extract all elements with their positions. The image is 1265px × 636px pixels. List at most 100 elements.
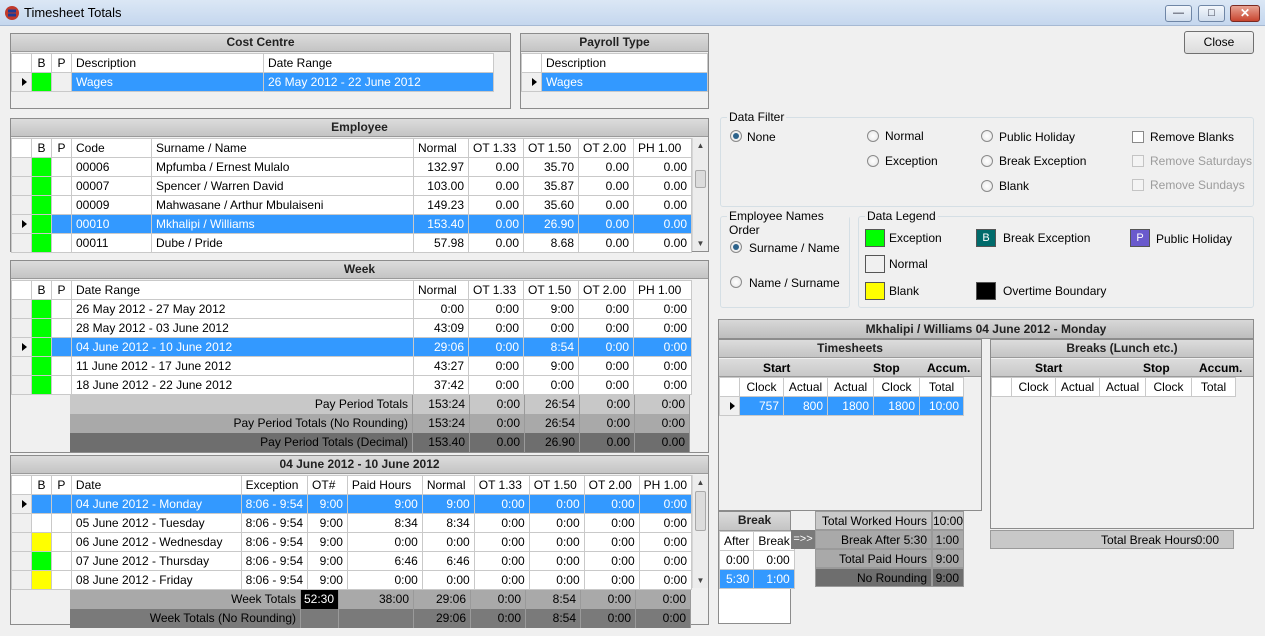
- radio-none[interactable]: [730, 130, 742, 142]
- col-description[interactable]: Description: [541, 53, 708, 73]
- radio-exception-label[interactable]: Exception: [885, 154, 938, 168]
- scroll-down-icon[interactable]: ▼: [693, 236, 708, 251]
- table-row[interactable]: Wages 26 May 2012 - 22 June 2012: [11, 72, 494, 92]
- table-row[interactable]: 04 June 2012 - Monday 8:06 - 9:54 9:00 9:00…: [11, 494, 693, 514]
- col-exception[interactable]: Exception: [240, 475, 309, 495]
- col-total[interactable]: Total: [919, 377, 964, 397]
- col-ot133[interactable]: OT 1.33: [473, 475, 530, 495]
- radio-normal-label[interactable]: Normal: [885, 129, 924, 143]
- radio-break-exception-label[interactable]: Break Exception: [999, 154, 1086, 168]
- col-p[interactable]: P: [50, 475, 72, 495]
- table-row[interactable]: 757 800 1800 1800 10:00: [719, 396, 964, 416]
- col-normal[interactable]: Normal: [421, 475, 475, 495]
- check-remove-sundays[interactable]: [1132, 179, 1144, 191]
- table-row[interactable]: 26 May 2012 - 27 May 2012 0:00 0:00 9:00 0:0…: [11, 299, 692, 319]
- table-row[interactable]: 11 June 2012 - 17 June 2012 43:27 0:00 9:00…: [11, 356, 692, 376]
- col-ph[interactable]: PH 1.00: [633, 138, 692, 158]
- radio-public-holiday-label[interactable]: Public Holiday: [999, 130, 1075, 144]
- radio-name-surname[interactable]: [730, 276, 742, 288]
- col-b[interactable]: B: [31, 138, 52, 158]
- col-ph[interactable]: PH 1.00: [633, 280, 692, 300]
- col-p[interactable]: P: [51, 53, 72, 73]
- radio-break-exception[interactable]: [981, 155, 993, 167]
- col-normal[interactable]: Normal: [413, 138, 469, 158]
- col-ot-number[interactable]: OT#: [307, 475, 348, 495]
- col-paid-hours[interactable]: Paid Hours: [346, 475, 423, 495]
- col-b[interactable]: B: [31, 53, 52, 73]
- scroll-up-icon[interactable]: ▲: [693, 138, 708, 153]
- table-row[interactable]: Wages: [521, 72, 708, 92]
- col-start-clock[interactable]: Clock: [1011, 377, 1056, 397]
- col-after[interactable]: After: [718, 531, 755, 551]
- radio-name-surname-label[interactable]: Name / Surname: [749, 276, 840, 290]
- col-ot133[interactable]: OT 1.33: [468, 280, 524, 300]
- col-b[interactable]: B: [31, 280, 52, 300]
- col-ot200[interactable]: OT 2.00: [578, 280, 634, 300]
- check-remove-sundays-label[interactable]: Remove Sundays: [1150, 178, 1245, 192]
- scroll-down-icon[interactable]: ▼: [693, 573, 708, 588]
- minimize-button[interactable]: —: [1165, 5, 1192, 22]
- radio-none-label[interactable]: None: [747, 130, 776, 144]
- col-name[interactable]: Surname / Name: [151, 138, 414, 158]
- col-start-clock[interactable]: Clock: [739, 377, 784, 397]
- col-description[interactable]: Description: [71, 53, 264, 73]
- col-normal[interactable]: Normal: [413, 280, 469, 300]
- table-row[interactable]: 0:00 0:00: [718, 550, 795, 570]
- col-ot200[interactable]: OT 2.00: [583, 475, 640, 495]
- col-ph[interactable]: PH 1.00: [638, 475, 693, 495]
- radio-blank-label[interactable]: Blank: [999, 179, 1029, 193]
- table-row[interactable]: 00010 Mkhalipi / Williams 153.40 0.00 26.90 0…: [11, 214, 692, 234]
- col-p[interactable]: P: [51, 138, 72, 158]
- days-scrollbar[interactable]: ▲ ▼: [692, 475, 708, 588]
- scroll-thumb[interactable]: [695, 170, 706, 188]
- col-date-range[interactable]: Date Range: [71, 280, 414, 300]
- col-date[interactable]: Date: [70, 475, 242, 495]
- table-row[interactable]: 00011 Dube / Pride 57.98 0.00 8.68 0.00 0.00: [11, 233, 692, 253]
- col-code[interactable]: Code: [71, 138, 152, 158]
- table-row[interactable]: 00009 Mahwasane / Arthur Mbulaiseni 149.23…: [11, 195, 692, 215]
- table-row[interactable]: 05 June 2012 - Tuesday 8:06 - 9:54 9:00 8:3…: [11, 513, 693, 533]
- col-stop-clock[interactable]: Clock: [1145, 377, 1192, 397]
- col-b[interactable]: B: [31, 475, 52, 495]
- col-ot133[interactable]: OT 1.33: [468, 138, 524, 158]
- table-row[interactable]: 08 June 2012 - Friday 8:06 - 9:54 9:00 0:00…: [11, 570, 693, 590]
- col-p[interactable]: P: [51, 280, 72, 300]
- radio-blank[interactable]: [981, 180, 993, 192]
- col-date-range[interactable]: Date Range: [263, 53, 494, 73]
- col-break[interactable]: Break: [753, 531, 795, 551]
- col-total[interactable]: Total: [1191, 377, 1236, 397]
- col-stop-actual[interactable]: Actual: [1099, 377, 1146, 397]
- table-row[interactable]: 06 June 2012 - Wednesday 8:06 - 9:54 9:00 0…: [11, 532, 693, 552]
- close-button[interactable]: Close: [1184, 31, 1254, 54]
- check-remove-blanks-label[interactable]: Remove Blanks: [1150, 130, 1234, 144]
- col-start-actual[interactable]: Actual: [1055, 377, 1100, 397]
- radio-public-holiday[interactable]: [981, 130, 993, 142]
- check-remove-saturdays[interactable]: [1132, 155, 1144, 167]
- col-stop-clock[interactable]: Clock: [873, 377, 920, 397]
- radio-normal[interactable]: [867, 130, 879, 142]
- table-row[interactable]: 28 May 2012 - 03 June 2012 43:09 0:00 0:00 0…: [11, 318, 692, 338]
- table-row[interactable]: 5:30 1:00: [718, 569, 795, 589]
- check-remove-saturdays-label[interactable]: Remove Saturdays: [1150, 154, 1252, 168]
- table-row[interactable]: 00007 Spencer / Warren David 103.00 0.00 35.…: [11, 176, 692, 196]
- maximize-button[interactable]: □: [1198, 5, 1225, 22]
- window-close-button[interactable]: ✕: [1230, 5, 1260, 22]
- col-ot150[interactable]: OT 1.50: [523, 280, 579, 300]
- col-ot200[interactable]: OT 2.00: [578, 138, 634, 158]
- scroll-up-icon[interactable]: ▲: [693, 475, 708, 490]
- radio-surname-name-label[interactable]: Surname / Name: [749, 241, 840, 255]
- employee-scrollbar[interactable]: ▲ ▼: [692, 138, 708, 251]
- total-ph: 0:00: [635, 395, 690, 414]
- table-row[interactable]: 04 June 2012 - 10 June 2012 29:06 0:00 8:54…: [11, 337, 692, 357]
- col-ot150[interactable]: OT 1.50: [528, 475, 585, 495]
- radio-surname-name[interactable]: [730, 241, 742, 253]
- table-row[interactable]: 00006 Mpfumba / Ernest Mulalo 132.97 0.00 35…: [11, 157, 692, 177]
- col-start-actual[interactable]: Actual: [783, 377, 828, 397]
- col-stop-actual[interactable]: Actual: [827, 377, 874, 397]
- table-row[interactable]: 18 June 2012 - 22 June 2012 37:42 0:00 0:00…: [11, 375, 692, 395]
- scroll-thumb[interactable]: [695, 491, 706, 531]
- radio-exception[interactable]: [867, 155, 879, 167]
- check-remove-blanks[interactable]: [1132, 131, 1144, 143]
- table-row[interactable]: 07 June 2012 - Thursday 8:06 - 9:54 9:00 6:…: [11, 551, 693, 571]
- col-ot150[interactable]: OT 1.50: [523, 138, 579, 158]
